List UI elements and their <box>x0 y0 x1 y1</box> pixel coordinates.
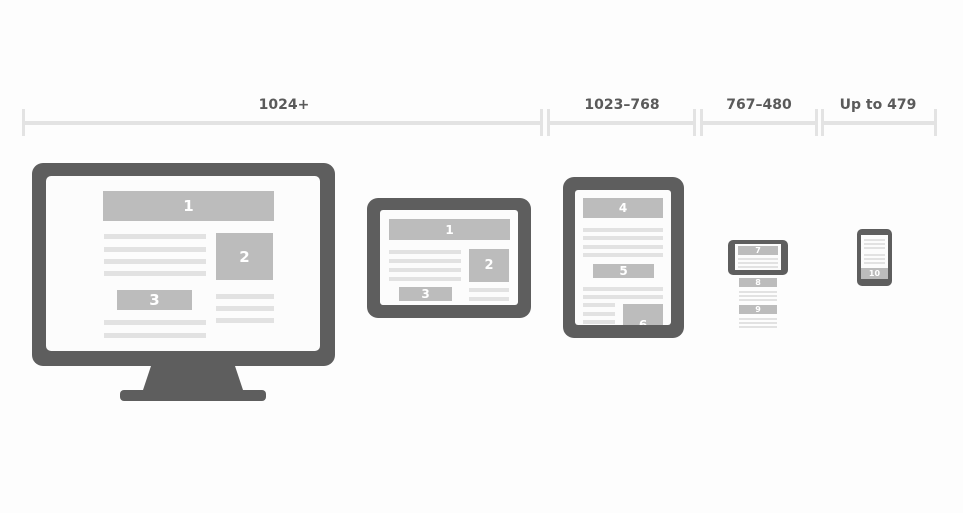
text-line <box>104 247 206 252</box>
text-line <box>738 262 778 264</box>
text-line <box>389 259 461 263</box>
text-line <box>583 245 663 249</box>
text-line <box>104 259 206 264</box>
text-line <box>216 318 274 323</box>
text-line <box>389 277 461 281</box>
content-block-7: 7 <box>738 246 778 255</box>
range-bar-phone-landscape <box>700 121 816 125</box>
text-line <box>583 295 663 299</box>
text-line <box>104 333 206 338</box>
content-block-6: 6 <box>623 304 663 325</box>
text-line <box>469 288 509 292</box>
breakpoint-label-phone-landscape: 767–480 <box>726 97 792 113</box>
content-block-10: 10 <box>861 268 888 279</box>
tick <box>700 109 703 136</box>
text-line <box>583 236 663 240</box>
tick <box>821 109 824 136</box>
text-line <box>104 320 206 325</box>
tick <box>693 109 696 136</box>
text-line <box>583 287 663 291</box>
tick <box>547 109 550 136</box>
breakpoint-label-desktop: 1024+ <box>258 97 310 113</box>
content-block-9: 9 <box>739 305 777 314</box>
content-block-3: 3 <box>117 290 192 310</box>
text-line <box>389 250 461 254</box>
content-block-2: 2 <box>216 233 273 280</box>
tick <box>934 109 937 136</box>
text-line <box>739 295 777 297</box>
text-line <box>739 326 777 328</box>
text-line <box>739 322 777 324</box>
text-line <box>864 239 885 241</box>
text-line <box>864 243 885 245</box>
breakpoint-label-phone-portrait: Up to 479 <box>839 97 917 113</box>
content-block-4: 4 <box>583 198 663 218</box>
text-line <box>216 306 274 311</box>
text-line <box>583 320 615 324</box>
text-line <box>583 228 663 232</box>
text-line <box>864 254 885 256</box>
content-block-2: 2 <box>469 249 509 282</box>
text-line <box>738 266 778 268</box>
text-line <box>104 271 206 276</box>
tablet-portrait-screen: 4 5 6 <box>575 190 671 325</box>
monitor-screen: 1 2 3 <box>46 176 320 351</box>
text-line <box>864 262 885 264</box>
text-line <box>469 297 509 301</box>
tick <box>22 109 25 136</box>
text-line <box>864 258 885 260</box>
text-line <box>864 247 885 249</box>
breakpoint-label-tablet: 1023–768 <box>584 97 660 113</box>
tablet-landscape-screen: 1 2 3 <box>380 210 518 305</box>
text-line <box>389 268 461 272</box>
range-bar-tablet <box>548 121 695 125</box>
text-line <box>739 291 777 293</box>
content-block-1: 1 <box>389 219 510 240</box>
content-block-5: 5 <box>593 264 654 278</box>
phone-portrait-screen: 10 <box>861 235 888 279</box>
content-block-8: 8 <box>739 278 777 287</box>
range-bar-phone-portrait <box>821 121 937 125</box>
text-line <box>583 303 615 307</box>
text-line <box>216 294 274 299</box>
tick <box>815 109 818 136</box>
text-line <box>583 312 615 316</box>
text-line <box>583 253 663 257</box>
text-line <box>739 318 777 320</box>
text-line <box>104 234 206 239</box>
text-line <box>738 258 778 260</box>
text-line <box>739 299 777 301</box>
content-block-3: 3 <box>399 287 452 301</box>
range-bar-desktop <box>23 121 543 125</box>
tick <box>540 109 543 136</box>
phone-landscape-screen: 7 <box>735 244 781 270</box>
content-block-1: 1 <box>103 191 274 221</box>
